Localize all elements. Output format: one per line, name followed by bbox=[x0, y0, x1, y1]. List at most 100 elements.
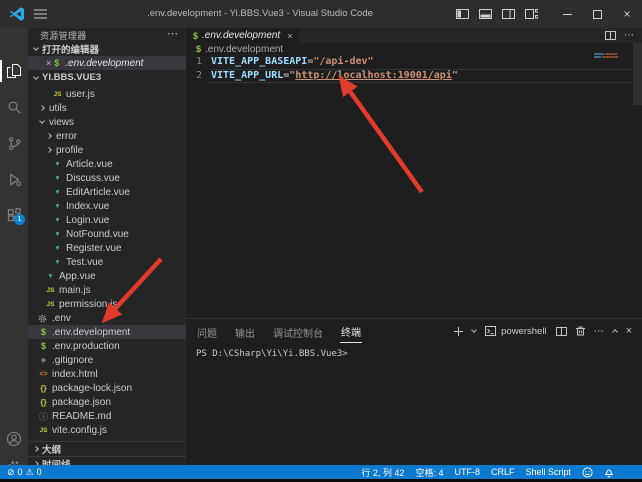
indentation[interactable]: 空格: 4 bbox=[415, 466, 443, 479]
tree-item-test-vue[interactable]: ▼Test.vue bbox=[28, 255, 186, 269]
code-line-1[interactable]: 1VITE_APP_BASEAPI="/api-dev" bbox=[186, 55, 642, 69]
explorer-sidebar: 资源管理器 ⋯ 打开的编辑器 × $ .env.development YI.B… bbox=[28, 28, 186, 465]
js-file-icon: JS bbox=[45, 287, 56, 294]
tree-item-error[interactable]: error bbox=[28, 129, 186, 143]
tree-item-app-vue[interactable]: ▼App.vue bbox=[28, 269, 186, 283]
problems-status[interactable]: ⊘ 0 ⚠ 0 bbox=[0, 467, 42, 478]
open-editors-section[interactable]: 打开的编辑器 bbox=[28, 42, 186, 56]
tree-item-article-vue[interactable]: ▼Article.vue bbox=[28, 157, 186, 171]
menu-icon[interactable] bbox=[34, 9, 47, 19]
code-line-2[interactable]: 2VITE_APP_URL="http://localhost:19001/ap… bbox=[186, 69, 642, 83]
tree-item-readme-md[interactable]: ⓘREADME.md bbox=[28, 409, 186, 423]
new-terminal-icon[interactable] bbox=[454, 327, 463, 336]
code-token: "/api-dev" bbox=[313, 56, 373, 67]
js-file-icon: JS bbox=[52, 91, 63, 98]
tree-item-env[interactable]: .env bbox=[28, 311, 186, 325]
html-file-icon: <> bbox=[38, 371, 49, 378]
minimap bbox=[594, 53, 622, 59]
toggle-secondary-sidebar-icon[interactable] bbox=[502, 9, 515, 19]
tree-item-user-js[interactable]: JSuser.js bbox=[28, 87, 186, 101]
tree-item-profile[interactable]: profile bbox=[28, 143, 186, 157]
powershell-terminal-icon[interactable] bbox=[485, 326, 496, 336]
kill-terminal-icon[interactable] bbox=[576, 326, 585, 336]
panel-tab-输出[interactable]: 输出 bbox=[234, 320, 256, 343]
breadcrumb[interactable]: $ .env.development bbox=[186, 43, 642, 55]
tab-label: .env.development bbox=[202, 30, 280, 41]
tree-item-index-vue[interactable]: ▼Index.vue bbox=[28, 199, 186, 213]
terminal-dropdown-icon[interactable] bbox=[471, 327, 477, 333]
tree-item-env-production[interactable]: $.env.production bbox=[28, 339, 186, 353]
close-button[interactable]: × bbox=[612, 0, 642, 28]
account-icon[interactable] bbox=[0, 426, 28, 452]
panel-tab-终端[interactable]: 终端 bbox=[340, 319, 362, 343]
vue-file-icon: ▼ bbox=[52, 231, 63, 238]
outline-section[interactable]: 大纲 bbox=[28, 441, 186, 456]
extensions-icon[interactable]: 1 bbox=[0, 202, 28, 228]
more-actions-icon[interactable]: ⋯ bbox=[167, 28, 178, 40]
line-number: 1 bbox=[186, 55, 202, 69]
editor-scrollbar[interactable] bbox=[633, 43, 642, 105]
tree-item-package-json[interactable]: {}package.json bbox=[28, 395, 186, 409]
source-control-icon[interactable] bbox=[0, 130, 28, 156]
maximize-panel-icon[interactable] bbox=[612, 329, 618, 335]
timeline-section[interactable]: 时间线 bbox=[28, 456, 186, 465]
url-link[interactable]: http://localhost:19001/api bbox=[295, 70, 452, 81]
code-editor[interactable]: 1VITE_APP_BASEAPI="/api-dev"2VITE_APP_UR… bbox=[186, 55, 642, 83]
tree-item-label: .env.production bbox=[52, 341, 120, 352]
diamond-file-icon: ◆ bbox=[38, 356, 49, 364]
language-mode[interactable]: Shell Script bbox=[525, 467, 571, 477]
project-section-header[interactable]: YI.BBS.VUE3 bbox=[28, 70, 186, 85]
split-terminal-icon[interactable] bbox=[556, 327, 567, 336]
tree-item-editarticle-vue[interactable]: ▼EditArticle.vue bbox=[28, 185, 186, 199]
tree-item-views[interactable]: views bbox=[28, 115, 186, 129]
tree-item-vite-config-js[interactable]: JSvite.config.js bbox=[28, 423, 186, 437]
tree-item-package-lock-json[interactable]: {}package-lock.json bbox=[28, 381, 186, 395]
feedback-icon[interactable] bbox=[582, 467, 593, 478]
tree-item-env-development[interactable]: $.env.development bbox=[28, 325, 186, 339]
sidebar-header: 资源管理器 ⋯ bbox=[28, 28, 186, 42]
tab-close-icon[interactable]: × bbox=[287, 31, 292, 41]
eol-sequence[interactable]: CRLF bbox=[491, 467, 515, 477]
tree-item-index-html[interactable]: <>index.html bbox=[28, 367, 186, 381]
more-actions-icon[interactable]: ⋯ bbox=[624, 30, 634, 41]
tree-item-gitignore[interactable]: ◆.gitignore bbox=[28, 353, 186, 367]
split-editor-icon[interactable] bbox=[605, 31, 616, 40]
tree-item-label: package.json bbox=[52, 397, 111, 408]
tree-item-utils[interactable]: utils bbox=[28, 101, 186, 115]
tree-item-label: Discuss.vue bbox=[66, 173, 120, 184]
panel-tabs: 问题输出调试控制台终端 bbox=[196, 319, 362, 343]
error-circle-icon: ⊘ bbox=[7, 467, 15, 478]
code-token: " bbox=[452, 70, 458, 81]
title-bar: .env.development - Yi.BBS.Vue3 - Visual … bbox=[0, 0, 642, 28]
tree-item-notfound-vue[interactable]: ▼NotFound.vue bbox=[28, 227, 186, 241]
notifications-bell-icon[interactable] bbox=[604, 467, 614, 478]
tree-item-main-js[interactable]: JSmain.js bbox=[28, 283, 186, 297]
explorer-icon[interactable] bbox=[0, 58, 28, 84]
panel-tab-调试控制台[interactable]: 调试控制台 bbox=[272, 320, 324, 343]
bottom-panel: 问题输出调试控制台终端 powershell ⋯ × PS D:\CSharp\… bbox=[186, 318, 642, 465]
run-and-debug-icon[interactable] bbox=[0, 166, 28, 192]
open-editors-label: 打开的编辑器 bbox=[42, 42, 99, 56]
panel-tab-问题[interactable]: 问题 bbox=[196, 320, 218, 343]
tab-env-development[interactable]: $ .env.development × bbox=[186, 28, 299, 43]
toggle-sidebar-icon[interactable] bbox=[456, 9, 469, 19]
search-icon[interactable] bbox=[0, 94, 28, 120]
maximize-button[interactable] bbox=[582, 0, 612, 28]
shell-name-label[interactable]: powershell bbox=[501, 326, 546, 337]
tree-item-discuss-vue[interactable]: ▼Discuss.vue bbox=[28, 171, 186, 185]
close-panel-icon[interactable]: × bbox=[626, 325, 632, 337]
toggle-panel-icon[interactable] bbox=[479, 9, 492, 19]
tree-item-login-vue[interactable]: ▼Login.vue bbox=[28, 213, 186, 227]
more-actions-icon[interactable]: ⋯ bbox=[594, 326, 604, 337]
terminal-prompt[interactable]: PS D:\CSharp\Yi\Yi.BBS.Vue3> bbox=[196, 349, 348, 359]
chevron-right-icon bbox=[33, 446, 39, 452]
customize-layout-icon[interactable] bbox=[525, 9, 538, 19]
encoding[interactable]: UTF-8 bbox=[454, 467, 480, 477]
minimize-button[interactable] bbox=[552, 0, 582, 28]
tree-item-permission-js[interactable]: JSpermission.js bbox=[28, 297, 186, 311]
cursor-position[interactable]: 行 2, 列 42 bbox=[361, 466, 404, 479]
status-bar-right: 行 2, 列 42 空格: 4 UTF-8 CRLF Shell Script bbox=[361, 465, 614, 479]
tree-item-register-vue[interactable]: ▼Register.vue bbox=[28, 241, 186, 255]
open-editor-item[interactable]: × $ .env.development bbox=[28, 56, 186, 70]
tree-item-label: Index.vue bbox=[66, 201, 109, 212]
